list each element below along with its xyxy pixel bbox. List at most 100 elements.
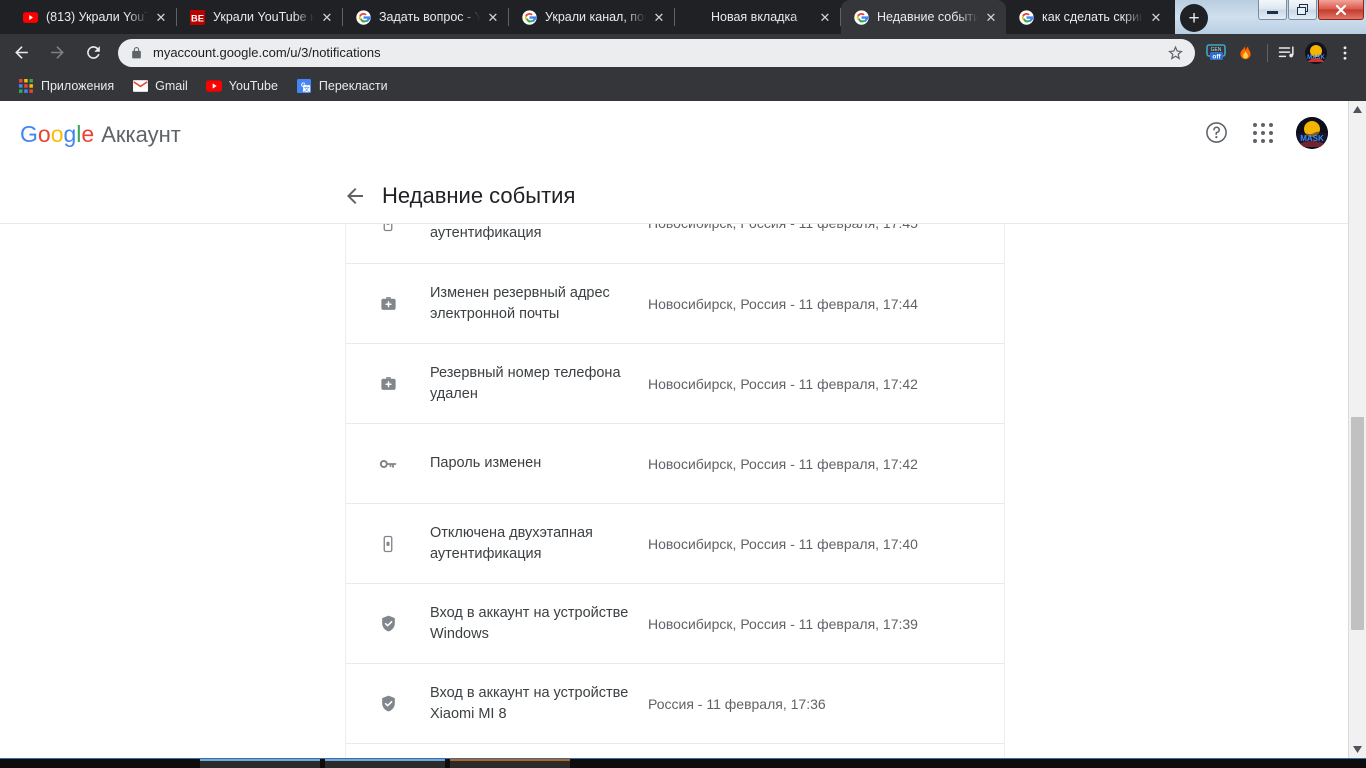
browser-tab-6-active[interactable]: Недавние события ✕: [841, 0, 1006, 34]
google-apps-icon[interactable]: [1250, 120, 1276, 146]
url-text[interactable]: myaccount.google.com/u/3/notifications: [153, 45, 1167, 60]
page-subheader: Недавние события: [0, 169, 1348, 224]
bookmark-gmail[interactable]: Gmail: [124, 74, 196, 98]
bookmark-label: Gmail: [155, 79, 188, 93]
gen-off-extension-icon[interactable]: GEN off: [1203, 40, 1229, 66]
profile-avatar-icon[interactable]: MASK: [1303, 40, 1329, 66]
event-title: Включена двухэтапная аутентификация: [430, 225, 542, 241]
svg-text:MASK: MASK: [1300, 134, 1324, 143]
table-row[interactable]: Включена двухэтапная аутентификация Ново…: [345, 224, 1005, 263]
page-scrollbar[interactable]: [1348, 101, 1366, 758]
event-title: Изменен резервный адрес электронной почт…: [430, 284, 610, 322]
event-title: Вход в аккаунт на устройстве Xiaomi MI 8: [430, 684, 629, 722]
key-icon: [346, 454, 430, 474]
google-account-logo[interactable]: Google Аккаунт: [20, 123, 181, 146]
bookmark-apps[interactable]: Приложения: [10, 74, 122, 98]
bookmark-label: YouTube: [228, 79, 278, 93]
table-row[interactable]: Вход в аккаунт на устройстве Windows Нов…: [345, 583, 1005, 663]
table-row[interactable]: Изменен резервный адрес электронной почт…: [345, 263, 1005, 343]
bookmark-youtube[interactable]: YouTube: [198, 74, 286, 98]
browser-tab-5[interactable]: Новая вкладка ✕: [675, 0, 840, 34]
bookmark-translate[interactable]: G文 Перекласти: [288, 74, 396, 98]
media-playlist-icon[interactable]: [1274, 40, 1300, 66]
help-icon[interactable]: [1204, 120, 1230, 146]
browser-tab-label: Задать вопрос - Yo: [379, 10, 480, 24]
lock-icon: [130, 46, 144, 60]
browser-tab-1[interactable]: (813) Украли YouTube ✕: [0, 0, 176, 34]
youtube-icon: [22, 9, 38, 25]
chrome-menu-icon[interactable]: [1332, 44, 1358, 62]
toolbar-divider: [1267, 43, 1268, 62]
bookmark-label: Перекласти: [318, 79, 388, 93]
svg-text:BE: BE: [190, 13, 203, 23]
flame-extension-icon[interactable]: [1232, 40, 1258, 66]
bookmark-label: Приложения: [41, 79, 115, 93]
svg-text:MASK: MASK: [1307, 55, 1325, 61]
blank-icon: [687, 9, 703, 25]
tab-close-icon[interactable]: ✕: [318, 8, 336, 26]
window-titlebar: (813) Украли YouTube ✕ BE Украли YouTube…: [0, 0, 1366, 34]
events-list-clip: Включена двухэтапная аутентификация Ново…: [345, 224, 1005, 758]
table-row[interactable]: Вход в аккаунт на устройстве Xiaomi MI 8…: [345, 663, 1005, 743]
tab-close-icon[interactable]: ✕: [982, 8, 1000, 26]
browser-tab-label: как сделать скрин: [1042, 10, 1143, 24]
event-meta: Новосибирск, Россия - 11 февраля, 17:40: [648, 535, 918, 552]
new-tab-button[interactable]: +: [1180, 4, 1208, 32]
event-meta: Новосибирск, Россия - 11 февраля, 17:44: [648, 295, 918, 312]
table-row[interactable]: Резервный номер телефона удален Новосиби…: [345, 343, 1005, 423]
scrollbar-thumb[interactable]: [1351, 417, 1364, 630]
restore-button[interactable]: [1288, 0, 1317, 20]
tabstrip: (813) Украли YouTube ✕ BE Украли YouTube…: [0, 0, 1175, 34]
google-icon: [1018, 9, 1034, 25]
bookmarks-bar: Приложения Gmail YouTube G文 Перекласти: [0, 71, 1366, 101]
scroll-up-arrow[interactable]: [1349, 101, 1366, 118]
taskbar-item[interactable]: [200, 759, 320, 768]
tab-close-icon[interactable]: ✕: [484, 8, 502, 26]
behance-icon: BE: [189, 9, 205, 25]
event-title: Пароль изменен: [430, 455, 542, 471]
youtube-icon: [205, 78, 222, 94]
google-translate-icon: G文: [296, 78, 312, 94]
svg-text:off: off: [1212, 53, 1221, 60]
browser-tab-2[interactable]: BE Украли YouTube ка ✕: [177, 0, 342, 34]
google-icon: [521, 9, 537, 25]
star-icon[interactable]: [1167, 44, 1185, 62]
table-row-partial[interactable]: [345, 743, 1005, 758]
reload-button[interactable]: [78, 38, 108, 68]
shield-check-icon: [346, 614, 430, 633]
tab-close-icon[interactable]: ✕: [1147, 8, 1165, 26]
minimize-button[interactable]: [1258, 0, 1287, 20]
page-title: Недавние события: [382, 183, 576, 208]
browser-tab-label: Украли канал, пом: [545, 10, 646, 24]
table-row[interactable]: Отключена двухэтапная аутентификация Нов…: [345, 503, 1005, 583]
phone-icon: [346, 224, 430, 232]
shield-check-icon: [346, 694, 430, 713]
event-meta: Россия - 11 февраля, 17:36: [648, 695, 826, 712]
page-viewport: Для входа в аккаунт использован резервны…: [0, 101, 1366, 758]
events-list: Включена двухэтапная аутентификация Ново…: [345, 224, 1005, 758]
taskbar-item[interactable]: [325, 759, 445, 768]
table-row[interactable]: Пароль изменен Новосибирск, Россия - 11 …: [345, 423, 1005, 503]
recovery-kit-icon: [346, 294, 430, 313]
tab-close-icon[interactable]: ✕: [816, 8, 834, 26]
scroll-down-arrow[interactable]: [1349, 741, 1366, 758]
event-meta: Новосибирск, Россия - 11 февраля, 17:42: [648, 375, 918, 392]
event-title: Вход в аккаунт на устройстве Windows: [430, 604, 629, 642]
google-icon: [355, 9, 371, 25]
browser-tab-7[interactable]: как сделать скрин ✕: [1006, 0, 1171, 34]
page-scroll-container: Для входа в аккаунт использован резервны…: [0, 101, 1348, 758]
browser-tab-4[interactable]: Украли канал, пом ✕: [509, 0, 674, 34]
forward-button[interactable]: [42, 38, 72, 68]
tab-close-icon[interactable]: ✕: [152, 8, 170, 26]
svg-text:文: 文: [303, 85, 309, 93]
tab-close-icon[interactable]: ✕: [650, 8, 668, 26]
browser-tab-3[interactable]: Задать вопрос - Yo ✕: [343, 0, 508, 34]
taskbar-item[interactable]: [450, 759, 570, 768]
avatar[interactable]: MASK: [1296, 117, 1328, 149]
address-bar[interactable]: myaccount.google.com/u/3/notifications: [118, 38, 1195, 67]
browser-tab-label: (813) Украли YouTube: [46, 10, 148, 24]
close-button[interactable]: [1318, 0, 1364, 20]
event-meta: Новосибирск, Россия - 11 февраля, 17:45: [648, 224, 1004, 233]
back-arrow-icon[interactable]: [343, 184, 367, 208]
back-button[interactable]: [6, 38, 36, 68]
